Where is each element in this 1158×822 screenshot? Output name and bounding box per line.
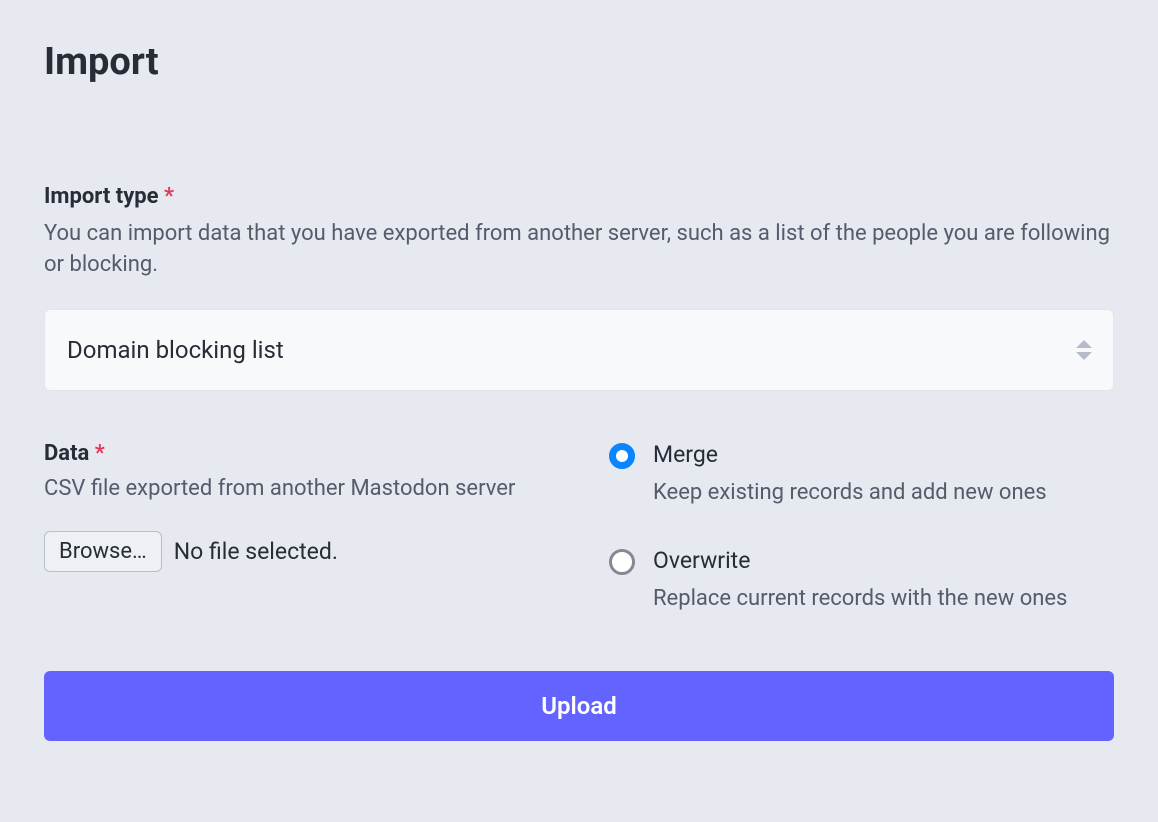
- import-type-label: Import type *: [44, 184, 1114, 209]
- radio-icon[interactable]: [609, 549, 635, 575]
- radio-title[interactable]: Merge: [653, 441, 1047, 468]
- import-type-section: Import type * You can import data that y…: [44, 184, 1114, 391]
- radio-text: Overwrite Replace current records with t…: [653, 547, 1067, 611]
- data-hint: CSV file exported from another Mastodon …: [44, 476, 549, 501]
- radio-description: Keep existing records and add new ones: [653, 480, 1047, 505]
- required-indicator: *: [164, 184, 174, 209]
- radio-text: Merge Keep existing records and add new …: [653, 441, 1047, 505]
- required-indicator: *: [95, 441, 105, 466]
- data-label-text: Data: [44, 441, 89, 466]
- mode-option-merge[interactable]: Merge Keep existing records and add new …: [609, 441, 1114, 505]
- file-input-row: Browse… No file selected.: [44, 531, 549, 572]
- import-type-hint: You can import data that you have export…: [44, 219, 1114, 281]
- mode-radio-group: Merge Keep existing records and add new …: [609, 441, 1114, 611]
- select-arrows-icon: [1075, 339, 1093, 361]
- radio-title[interactable]: Overwrite: [653, 547, 1067, 574]
- page-title: Import: [44, 40, 1114, 84]
- radio-icon[interactable]: [609, 443, 635, 469]
- data-section: Data * CSV file exported from another Ma…: [44, 441, 549, 611]
- upload-button[interactable]: Upload: [44, 671, 1114, 741]
- mode-section: Merge Keep existing records and add new …: [609, 441, 1114, 611]
- data-label: Data *: [44, 441, 549, 466]
- radio-description: Replace current records with the new one…: [653, 586, 1067, 611]
- file-status-text: No file selected.: [174, 538, 338, 565]
- data-and-mode-row: Data * CSV file exported from another Ma…: [44, 441, 1114, 611]
- import-type-selected-value: Domain blocking list: [67, 336, 284, 364]
- import-type-select[interactable]: Domain blocking list: [44, 309, 1114, 391]
- mode-option-overwrite[interactable]: Overwrite Replace current records with t…: [609, 547, 1114, 611]
- browse-button[interactable]: Browse…: [44, 531, 162, 572]
- import-type-label-text: Import type: [44, 184, 159, 209]
